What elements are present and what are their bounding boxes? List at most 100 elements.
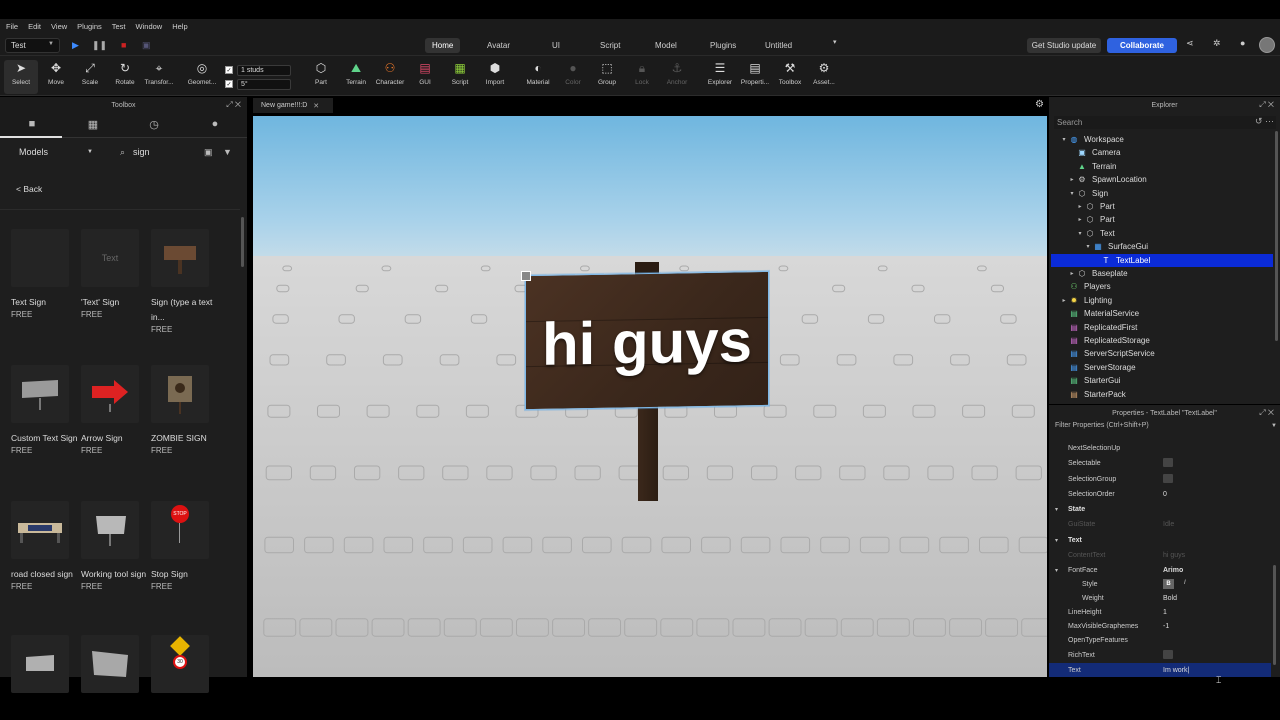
property-value[interactable]: Idle	[1163, 521, 1174, 528]
model-card[interactable]: Custom Text Sign FREE	[11, 365, 81, 455]
expanded-arrow-icon[interactable]: ▾	[1055, 537, 1058, 544]
tree-item-starterpack[interactable]: ▤ StarterPack	[1051, 388, 1273, 401]
model-card[interactable]: Arrow Sign FREE	[81, 365, 151, 455]
part-button[interactable]: ⬡ Part	[304, 60, 338, 94]
collapsed-arrow-icon[interactable]: ▸	[1075, 216, 1085, 223]
menu-edit[interactable]: Edit	[28, 22, 41, 31]
property-value[interactable]: -1	[1163, 623, 1169, 630]
gui-button[interactable]: ▤ GUI	[408, 60, 442, 94]
get-studio-update-button[interactable]: Get Studio update	[1027, 38, 1101, 53]
property-row-selectiongroup[interactable]: SelectionGroup	[1049, 472, 1271, 486]
tree-item-workspace[interactable]: ▾ ◍ Workspace	[1051, 133, 1273, 146]
expanded-arrow-icon[interactable]: ▾	[1055, 506, 1058, 513]
tree-item-surfacegui[interactable]: ▾ ▦ SurfaceGui	[1051, 240, 1273, 253]
group-button[interactable]: ⬚ Group	[590, 60, 624, 94]
tree-item-sign[interactable]: ▾ ⬡ Sign	[1051, 187, 1273, 200]
tree-item-part[interactable]: ▸ ⬡ Part	[1051, 213, 1273, 226]
studs-input[interactable]: 1 studs	[237, 64, 291, 76]
model-card[interactable]: Text 'Text' Sign FREE	[81, 229, 151, 319]
property-value[interactable]: hi guys	[1163, 552, 1185, 559]
property-row-selectable[interactable]: Selectable	[1049, 456, 1271, 470]
menu-window[interactable]: Window	[136, 22, 163, 31]
collaborate-button[interactable]: Collaborate	[1107, 38, 1177, 53]
expanded-arrow-icon[interactable]: ▾	[1075, 230, 1085, 237]
property-row-contenttext[interactable]: ContentText hi guys	[1049, 548, 1271, 562]
property-row-state[interactable]: ▾ State	[1049, 502, 1271, 516]
rotate-snap-checkbox[interactable]: ✓	[225, 80, 233, 88]
model-card[interactable]	[81, 635, 151, 693]
avatar[interactable]	[1259, 37, 1275, 53]
pause-icon[interactable]: ❚❚	[92, 40, 107, 51]
add-tab-icon[interactable]: ▾	[833, 38, 837, 46]
property-row-text[interactable]: ▾ Text	[1049, 533, 1271, 547]
tree-item-replicatedstorage[interactable]: ▤ ReplicatedStorage	[1051, 334, 1273, 347]
explorer-button[interactable]: ☰ Explorer	[703, 60, 737, 94]
image-search-icon[interactable]: ▣	[204, 147, 213, 158]
pin-close-icon[interactable]: ⤢ ✕	[1259, 100, 1274, 110]
tree-item-terrain[interactable]: ▲ Terrain	[1051, 160, 1273, 173]
rotate-tool-button[interactable]: ↻ Rotate	[108, 60, 142, 94]
property-row-lineheight[interactable]: LineHeight 1	[1049, 605, 1271, 619]
inventory-grid-icon[interactable]: ▦	[83, 118, 103, 132]
sign-board[interactable]: hi guys	[525, 270, 769, 411]
tree-item-materialservice[interactable]: ▤ MaterialService	[1051, 307, 1273, 320]
expanded-arrow-icon[interactable]: ▾	[1059, 136, 1069, 143]
explorer-search-input[interactable]: Search ↺ ⋯	[1054, 116, 1276, 129]
stop-icon[interactable]: ■	[121, 40, 126, 50]
settings-icon[interactable]: ✲	[1213, 38, 1221, 49]
property-row-fontface[interactable]: ▾ FontFace Arimo	[1049, 563, 1271, 577]
pin-close-icon[interactable]: ⤢ ✕	[1259, 408, 1274, 418]
import-button[interactable]: ⬢ Import	[478, 60, 512, 94]
property-checkbox[interactable]	[1163, 650, 1173, 659]
lock-button[interactable]: 🔒︎ Lock	[625, 60, 659, 94]
collapsed-arrow-icon[interactable]: ▸	[1059, 297, 1069, 304]
property-value[interactable]: 0	[1163, 491, 1167, 498]
tree-item-baseplate[interactable]: ▸ ⬡ Baseplate	[1051, 267, 1273, 280]
menu-file[interactable]: File	[6, 22, 18, 31]
tab-model[interactable]: Model	[648, 38, 684, 53]
property-checkbox[interactable]	[1163, 458, 1173, 467]
menu-help[interactable]: Help	[172, 22, 187, 31]
character-button[interactable]: ⚇ Character	[373, 60, 407, 94]
tree-item-serverstorage[interactable]: ▤ ServerStorage	[1051, 361, 1273, 374]
model-card[interactable]: ZOMBIE SIGN FREE	[151, 365, 221, 455]
tab-plugins[interactable]: Plugins	[703, 38, 743, 53]
expanded-arrow-icon[interactable]: ▾	[1083, 243, 1093, 250]
model-card[interactable]: road closed sign FREE	[11, 501, 81, 591]
properties-button[interactable]: ▤ Properti...	[738, 60, 772, 94]
recent-clock-icon[interactable]: ◷	[144, 118, 164, 132]
geometry-button[interactable]: ◎ Geomet...	[185, 60, 219, 94]
property-row-richtext[interactable]: RichText	[1049, 648, 1271, 662]
anchor-button[interactable]: ⚓︎ Anchor	[660, 60, 694, 94]
shop-bag-icon[interactable]: ■	[22, 118, 42, 132]
tab-ui[interactable]: UI	[545, 38, 567, 53]
expanded-arrow-icon[interactable]: ▾	[1067, 190, 1077, 197]
search-input[interactable]: sign	[133, 147, 150, 157]
property-row-opentypefeatures[interactable]: OpenTypeFeatures	[1049, 633, 1271, 647]
property-row-nextselectionup[interactable]: NextSelectionUp	[1049, 441, 1271, 455]
move-tool-button[interactable]: ✥ Move	[39, 60, 73, 94]
menu-test[interactable]: Test	[112, 22, 126, 31]
model-card[interactable]: Sign (type a text in... FREE	[151, 229, 221, 334]
transform-tool-button[interactable]: ⌖ Transfor...	[142, 60, 176, 94]
pin-close-icon[interactable]: ⤢ ✕	[226, 100, 241, 110]
material-button[interactable]: ◐ Material	[521, 60, 555, 94]
client-server-icon[interactable]: ▣	[142, 40, 151, 51]
model-card[interactable]: Working tool sign FREE	[81, 501, 151, 591]
menu-view[interactable]: View	[51, 22, 67, 31]
tree-item-camera[interactable]: ▣ Camera	[1051, 146, 1273, 159]
mode-dropdown[interactable]: Test ▼	[5, 38, 60, 53]
model-card[interactable]: 30	[151, 635, 221, 693]
3d-viewport[interactable]: hi guys	[253, 116, 1047, 677]
scrollbar[interactable]	[1273, 565, 1276, 665]
collapsed-arrow-icon[interactable]: ▸	[1075, 203, 1085, 210]
tree-item-lighting[interactable]: ▸ ✹ Lighting	[1051, 294, 1273, 307]
toolbox-button[interactable]: ⚒ Toolbox	[773, 60, 807, 94]
scrollbar[interactable]	[241, 217, 244, 267]
model-card[interactable]: STOP Stop Sign FREE	[151, 501, 221, 591]
property-value[interactable]: 1	[1163, 609, 1167, 616]
model-card[interactable]: Text Sign FREE	[11, 229, 81, 319]
tree-item-textlabel[interactable]: T TextLabel	[1051, 253, 1273, 267]
collapsed-arrow-icon[interactable]: ▸	[1067, 176, 1077, 183]
document-tab[interactable]: New game!!!:D ✕	[253, 98, 333, 113]
